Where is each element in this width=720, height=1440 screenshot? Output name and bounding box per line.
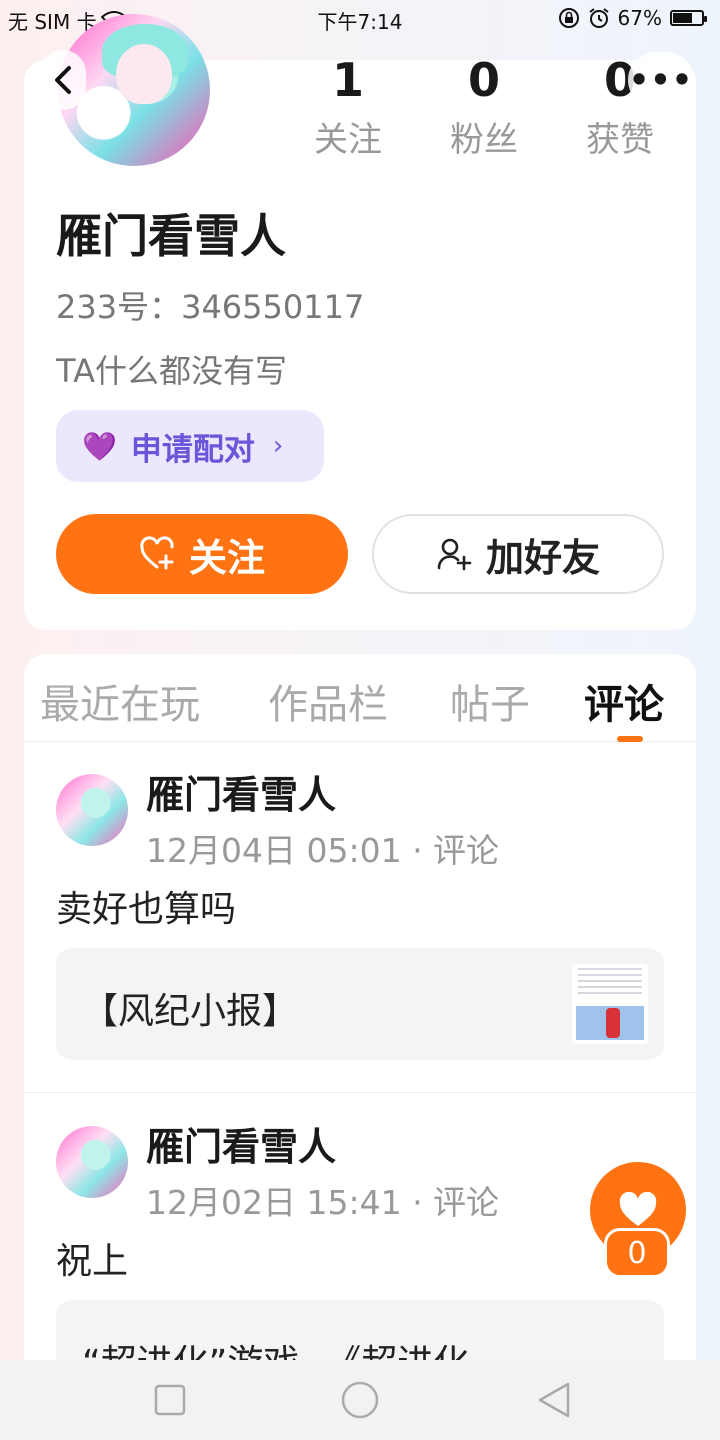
feed-card: 最近在玩 作品栏 帖子 评论 雁门看雪人 12月04日 05:01 · 评论 卖… bbox=[24, 654, 696, 1414]
reference-thumbnail bbox=[572, 964, 648, 1044]
add-user-icon bbox=[437, 538, 472, 571]
comment-text: 卖好也算吗 bbox=[56, 889, 237, 930]
lock-rotation-icon bbox=[558, 8, 579, 28]
add-friend-label: 加好友 bbox=[485, 535, 600, 580]
tab-comments[interactable]: 评论 bbox=[584, 672, 664, 730]
like-count-badge: 0 bbox=[604, 1228, 670, 1278]
following-label: 关注 bbox=[314, 120, 382, 160]
add-friend-button[interactable]: 加好友 bbox=[372, 514, 664, 594]
chevron-right-icon: › bbox=[272, 431, 284, 461]
followers-count: 0 bbox=[467, 53, 500, 107]
status-right: 67% bbox=[558, 6, 707, 30]
followers-label: 粉丝 bbox=[450, 120, 518, 160]
reference-title: 【风纪小报】 bbox=[82, 991, 299, 1032]
stat-followers[interactable]: 0 粉丝 bbox=[424, 52, 544, 161]
system-nav-bar bbox=[0, 1360, 720, 1440]
tab-bar: 最近在玩 作品栏 帖子 评论 bbox=[24, 654, 696, 742]
battery-percent: 67% bbox=[617, 6, 662, 30]
follow-label: 关注 bbox=[188, 535, 265, 580]
heart-icon bbox=[619, 1192, 657, 1226]
alarm-icon bbox=[588, 8, 609, 28]
comment-author: 雁门看雪人 bbox=[146, 773, 337, 817]
avatar[interactable] bbox=[56, 774, 128, 846]
battery-icon bbox=[670, 10, 707, 26]
following-count: 1 bbox=[331, 53, 364, 107]
battery-fill bbox=[673, 13, 692, 23]
profile-name: 雁门看雪人 bbox=[56, 209, 286, 263]
tab-active-indicator bbox=[617, 736, 643, 742]
likes-label: 获赞 bbox=[586, 120, 654, 160]
back-button[interactable] bbox=[40, 50, 86, 110]
tab-posts[interactable]: 帖子 bbox=[450, 672, 530, 730]
chevron-left-icon bbox=[55, 66, 71, 94]
avatar[interactable] bbox=[56, 1126, 128, 1198]
tab-recent-play[interactable]: 最近在玩 bbox=[40, 672, 200, 730]
tab-works[interactable]: 作品栏 bbox=[268, 672, 388, 730]
comment-meta: 12月02日 15:41 · 评论 bbox=[146, 1183, 500, 1222]
follow-button[interactable]: 关注 bbox=[56, 514, 348, 594]
comment-author: 雁门看雪人 bbox=[146, 1125, 337, 1169]
heart-plus-icon bbox=[140, 536, 174, 570]
recent-apps-icon[interactable] bbox=[154, 1380, 186, 1420]
comment-text: 祝上 bbox=[56, 1241, 129, 1282]
double-heart-icon: 💜 bbox=[82, 429, 117, 463]
stat-following[interactable]: 1 关注 bbox=[288, 52, 408, 161]
divider bbox=[24, 1092, 696, 1093]
back-nav-icon[interactable] bbox=[536, 1380, 572, 1420]
more-button[interactable]: ••• bbox=[628, 52, 694, 108]
apply-match-label: 申请配对 bbox=[130, 431, 255, 468]
comment-reference-card[interactable]: 【风纪小报】 bbox=[56, 948, 664, 1060]
home-icon[interactable] bbox=[340, 1380, 380, 1420]
profile-bio: TA什么都没有写 bbox=[56, 352, 287, 390]
profile-uid: 233号：346550117 bbox=[56, 288, 365, 326]
more-dots-icon: ••• bbox=[628, 61, 694, 99]
comment-meta: 12月04日 05:01 · 评论 bbox=[146, 831, 500, 870]
apply-match-button[interactable]: 💜 申请配对 › bbox=[56, 410, 324, 482]
